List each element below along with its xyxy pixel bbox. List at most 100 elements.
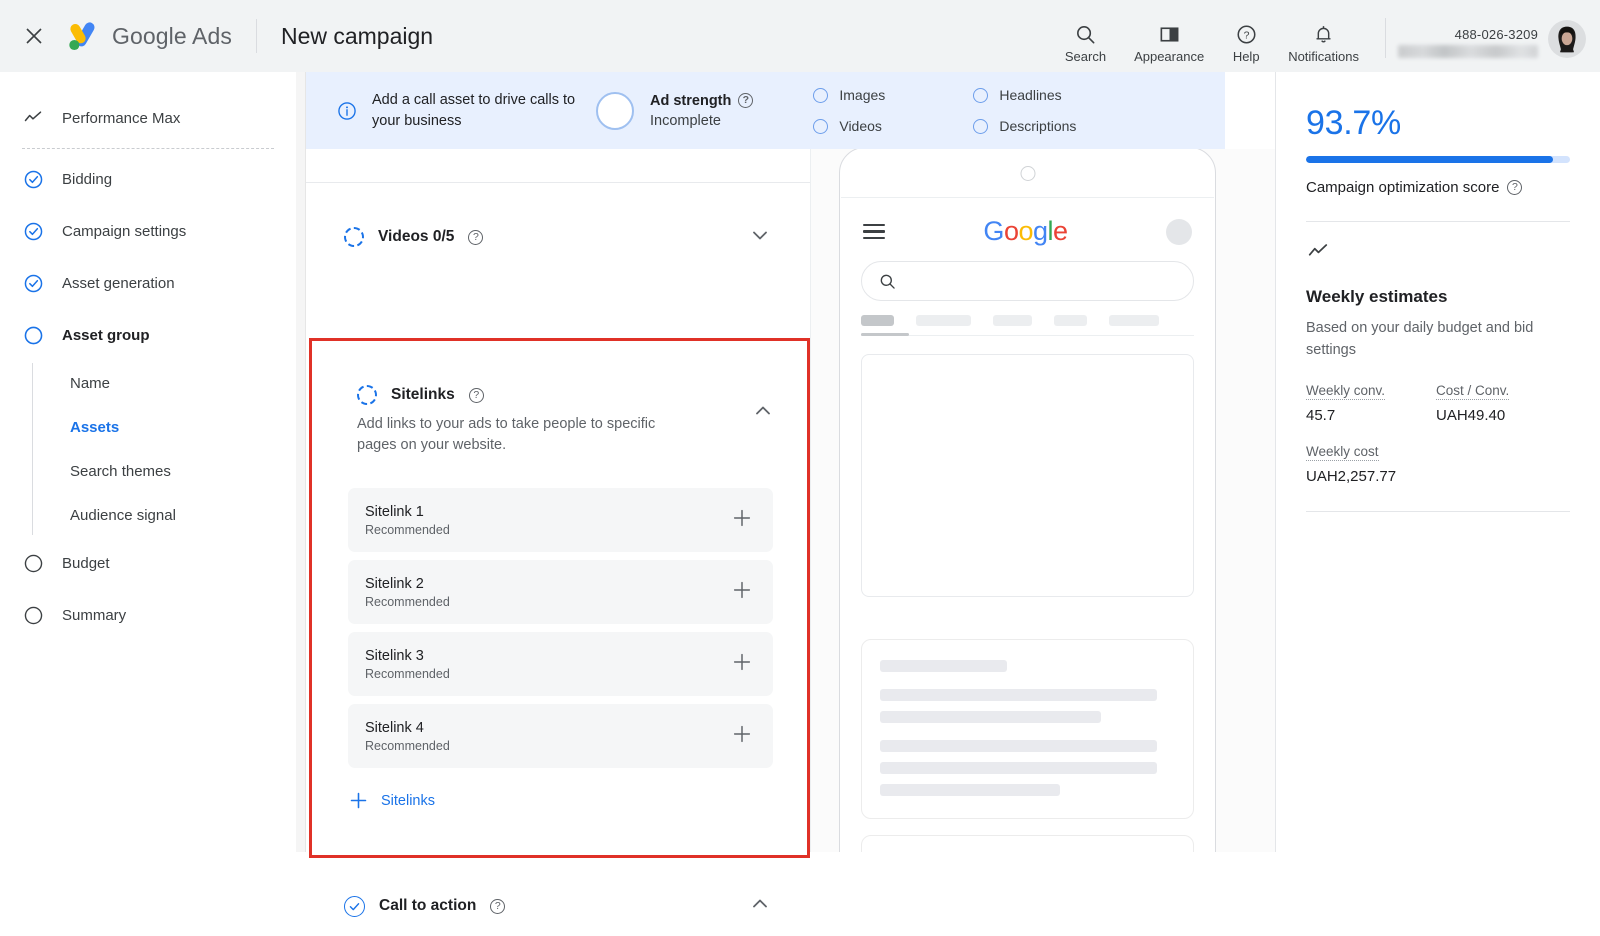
preview-tab xyxy=(1054,315,1087,326)
preview-tab-underline xyxy=(861,332,909,336)
account-info[interactable]: 488-026-3209 xyxy=(1398,27,1538,58)
content-scrollbar[interactable] xyxy=(296,72,306,852)
ad-strength-indicator: Ad strength ? Incomplete xyxy=(596,91,754,130)
page-title: New campaign xyxy=(280,22,434,49)
weekly-estimates-title: Weekly estimates xyxy=(1306,287,1448,306)
skeleton-line xyxy=(880,689,1158,701)
plus-icon[interactable] xyxy=(731,579,753,606)
chevron-up-icon[interactable] xyxy=(748,892,772,921)
sitelink-row[interactable]: Sitelink 3 Recommended xyxy=(348,632,773,696)
sidebar-item-budget[interactable]: Budget xyxy=(0,537,296,589)
sidebar-item-assets[interactable]: Assets xyxy=(0,405,296,449)
avatar-image xyxy=(1548,20,1586,58)
brand-logo[interactable]: Google Ads xyxy=(64,18,232,54)
plus-icon[interactable] xyxy=(731,507,753,534)
avatar[interactable] xyxy=(1548,20,1586,58)
dotted-circle-icon xyxy=(357,385,377,405)
checklist-label: Videos xyxy=(839,118,882,134)
ad-strength-banner: Add a call asset to drive calls to your … xyxy=(306,72,1225,149)
skeleton-line xyxy=(880,660,1007,672)
dotted-circle-icon xyxy=(344,227,364,247)
circle-icon xyxy=(813,87,829,103)
optimization-panel: 93.7% Campaign optimization score ? Week… xyxy=(1275,72,1600,852)
top-bar-actions: Search Appearance ? Help Notifications 4… xyxy=(1051,0,1600,72)
chevron-down-icon[interactable] xyxy=(748,223,772,252)
sitelink-row[interactable]: Sitelink 4 Recommended xyxy=(348,704,773,768)
checklist-item-images[interactable]: Images xyxy=(813,87,973,103)
panel-divider xyxy=(1306,221,1570,222)
section-call-to-action[interactable]: Call to action ? xyxy=(306,876,810,936)
optimization-score-label-row: Campaign optimization score ? xyxy=(1306,179,1570,196)
sidebar-item-search-themes[interactable]: Search themes xyxy=(0,449,296,493)
check-circle-icon xyxy=(22,272,44,294)
section-title-videos: Videos 0/5 xyxy=(378,228,455,245)
sidebar-item-performance-max[interactable]: Performance Max xyxy=(0,92,296,144)
weekly-estimates-metrics: Weekly conv. 45.7 Cost / Conv. UAH49.40 … xyxy=(1306,383,1570,485)
sitelink-status: Recommended xyxy=(365,666,450,681)
sitelink-name: Sitelink 3 xyxy=(365,647,424,664)
help-button[interactable]: ? Help xyxy=(1218,23,1274,64)
sitelink-row[interactable]: Sitelink 1 Recommended xyxy=(348,488,773,552)
checklist-item-headlines[interactable]: Headlines xyxy=(973,87,1133,103)
skeleton-line xyxy=(880,740,1158,752)
optimization-score-value: 93.7% xyxy=(1306,104,1401,142)
optimization-score-bar-fill xyxy=(1306,156,1554,163)
ad-preview-pane: Google xyxy=(810,149,1275,852)
ad-strength-value: Incomplete xyxy=(650,112,721,129)
checklist-item-descriptions[interactable]: Descriptions xyxy=(973,118,1133,134)
skeleton-line xyxy=(880,711,1102,723)
google-logo: Google xyxy=(983,216,1068,247)
circle-icon xyxy=(22,552,44,574)
sitelink-status: Recommended xyxy=(365,594,450,609)
preview-text-placeholder-card xyxy=(861,639,1194,819)
help-icon[interactable]: ? xyxy=(738,93,754,108)
help-icon[interactable]: ? xyxy=(490,898,506,914)
assets-form-column: Videos 0/5 ? Sitelinks ? Add links to yo… xyxy=(306,149,810,917)
preview-tab-strip xyxy=(861,315,1194,336)
help-icon: ? xyxy=(1237,25,1256,44)
sidebar-item-campaign-settings[interactable]: Campaign settings xyxy=(0,205,296,257)
metric-key: Weekly cost xyxy=(1306,444,1379,461)
sidebar-item-bidding[interactable]: Bidding xyxy=(0,153,296,205)
section-videos[interactable]: Videos 0/5 ? xyxy=(306,183,810,291)
optimization-score-bar xyxy=(1306,156,1570,163)
notifications-button[interactable]: Notifications xyxy=(1274,23,1373,64)
search-button[interactable]: Search xyxy=(1051,23,1120,64)
banner-message: Add a call asset to drive calls to your … xyxy=(336,90,586,132)
chevron-up-icon[interactable] xyxy=(751,399,775,428)
info-icon xyxy=(338,101,356,120)
checklist-item-videos[interactable]: Videos xyxy=(813,118,973,134)
notifications-label: Notifications xyxy=(1288,49,1359,64)
brand-label: Google Ads xyxy=(112,23,232,50)
sidebar-item-audience-signal[interactable]: Audience signal xyxy=(0,493,296,537)
logo-letter: G xyxy=(983,216,1004,246)
preview-tab xyxy=(861,315,894,326)
plus-icon[interactable] xyxy=(731,651,753,678)
sidebar-item-asset-group[interactable]: Asset group xyxy=(0,309,296,361)
appearance-icon xyxy=(1160,27,1179,42)
help-icon[interactable]: ? xyxy=(1507,180,1523,195)
skeleton-line xyxy=(880,784,1060,796)
optimization-score-label: Campaign optimization score xyxy=(1306,179,1500,196)
check-circle-icon xyxy=(22,168,44,190)
logo-letter: e xyxy=(1053,216,1068,246)
help-icon[interactable]: ? xyxy=(468,229,484,245)
preview-next-card xyxy=(861,835,1194,852)
sidebar-item-asset-generation[interactable]: Asset generation xyxy=(0,257,296,309)
brand-google-text: Google xyxy=(112,22,187,49)
sidebar-item-summary[interactable]: Summary xyxy=(0,589,296,641)
logo-letter: o xyxy=(1018,216,1033,246)
add-sitelinks-button[interactable]: Sitelinks xyxy=(348,790,435,811)
appearance-button[interactable]: Appearance xyxy=(1120,23,1218,64)
preview-search-bar xyxy=(861,261,1194,301)
preview-avatar xyxy=(1165,218,1192,245)
circle-icon xyxy=(813,118,829,134)
close-button[interactable] xyxy=(14,16,54,56)
sidebar-item-name[interactable]: Name xyxy=(0,361,296,405)
plus-icon[interactable] xyxy=(731,723,753,750)
help-icon[interactable]: ? xyxy=(468,387,484,403)
panel-divider xyxy=(1306,511,1570,512)
weekly-estimates-subtitle: Based on your daily budget and bid setti… xyxy=(1306,320,1534,358)
skeleton-line xyxy=(880,762,1158,774)
sitelink-row[interactable]: Sitelink 2 Recommended xyxy=(348,560,773,624)
